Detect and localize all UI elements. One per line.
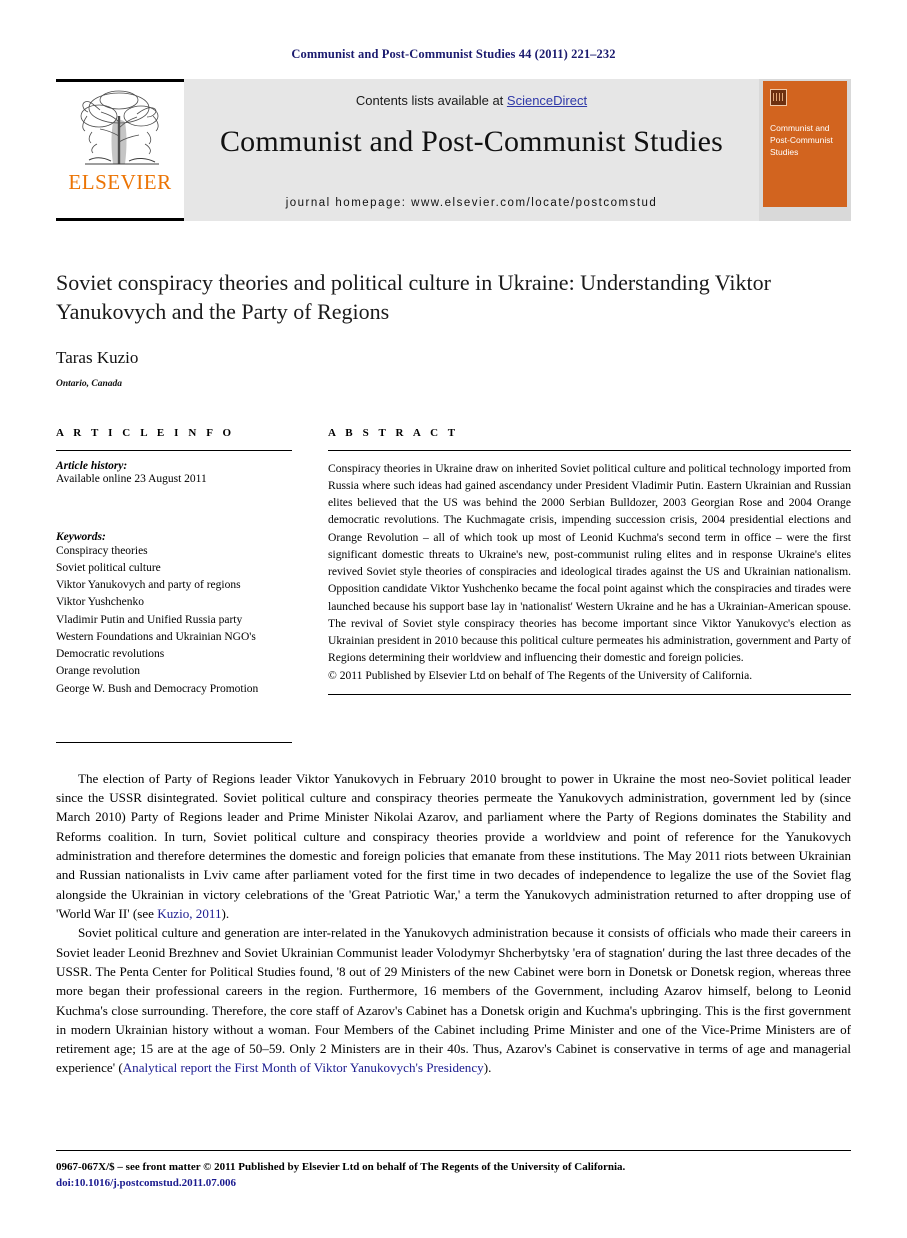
page-footer: 0967-067X/$ – see front matter © 2011 Pu… xyxy=(56,1150,851,1192)
cover-title-text: Communist and Post-Communist Studies xyxy=(770,123,833,158)
keyword-item: George W. Bush and Democracy Promotion xyxy=(56,682,259,695)
elsevier-tree-icon xyxy=(80,90,159,165)
contents-prefix-text: Contents lists available at xyxy=(355,93,507,108)
body-paragraph-2: Soviet political culture and generation … xyxy=(56,923,851,1078)
running-head: Communist and Post-Communist Studies 44 … xyxy=(291,47,616,61)
author-affiliation: Ontario, Canada xyxy=(56,378,122,389)
keyword-item: Vladimir Putin and Unified Russia party xyxy=(56,613,243,626)
journal-cover-block: Communist and Post-Communist Studies xyxy=(759,79,851,221)
abstract-column: A B S T R A C T Conspiracy theories in U… xyxy=(328,427,851,695)
article-page: Communist and Post-Communist Studies 44 … xyxy=(0,0,907,1238)
keywords-list: Conspiracy theories Soviet political cul… xyxy=(56,543,292,698)
abstract-rule-bottom xyxy=(328,693,851,695)
abstract-rule-top xyxy=(328,449,851,451)
keyword-item: Soviet political culture xyxy=(56,561,161,574)
keyword-item: Orange revolution xyxy=(56,665,140,678)
keyword-item: Western Foundations and Ukrainian NGO's xyxy=(56,630,256,643)
article-info-column: A R T I C L E I N F O Article history: A… xyxy=(56,427,292,743)
article-history-value: Available online 23 August 2011 xyxy=(56,472,207,485)
keyword-item: Viktor Yushchenko xyxy=(56,596,144,609)
contents-lists-line: Contents lists available at ScienceDirec… xyxy=(356,93,587,108)
abstract-text: Conspiracy theories in Ukraine draw on i… xyxy=(328,461,851,665)
front-matter-line: 0967-067X/$ – see front matter © 2011 Pu… xyxy=(56,1161,626,1174)
elsevier-logo-block: ELSEVIER xyxy=(56,79,184,221)
keyword-item: Conspiracy theories xyxy=(56,544,148,557)
body-text: The election of Party of Regions leader … xyxy=(56,769,851,1078)
body-paragraph-1: The election of Party of Regions leader … xyxy=(56,769,851,924)
article-info-heading: A R T I C L E I N F O xyxy=(56,426,235,439)
journal-banner: ELSEVIER Contents lists available at Sci… xyxy=(56,79,851,221)
info-abstract-block: A R T I C L E I N F O Article history: A… xyxy=(56,427,851,743)
paragraph-2-text-a: Soviet political culture and generation … xyxy=(56,925,851,1076)
abstract-heading: A B S T R A C T xyxy=(328,426,459,439)
paragraph-2-text-b: ). xyxy=(483,1060,492,1076)
keyword-item: Democratic revolutions xyxy=(56,648,165,660)
keywords-label: Keywords: xyxy=(56,530,106,543)
citation-link-kuzio-2011[interactable]: Kuzio, 2011 xyxy=(157,906,221,921)
banner-center: Contents lists available at ScienceDirec… xyxy=(184,79,759,221)
citation-link-analytical-report[interactable]: Analytical report the First Month of Vik… xyxy=(123,1060,484,1075)
abstract-copyright: © 2011 Published by Elsevier Ltd on beha… xyxy=(328,668,753,682)
author-name: Taras Kuzio xyxy=(56,347,139,367)
article-info-rule-bottom xyxy=(56,741,292,743)
paragraph-1-text-a: The election of Party of Regions leader … xyxy=(56,770,851,921)
paragraph-1-text-b: ). xyxy=(221,905,230,921)
journal-homepage-link[interactable]: journal homepage: www.elsevier.com/locat… xyxy=(184,197,759,209)
article-head: Soviet conspiracy theories and political… xyxy=(56,268,851,389)
footer-rule xyxy=(56,1150,851,1152)
journal-cover-thumbnail[interactable]: Communist and Post-Communist Studies xyxy=(763,81,847,207)
journal-title: Communist and Post-Communist Studies xyxy=(219,125,724,158)
article-info-rule-top xyxy=(56,449,292,451)
doi-link[interactable]: doi:10.1016/j.postcomstud.2011.07.006 xyxy=(56,1176,851,1192)
keyword-item: Viktor Yanukovych and party of regions xyxy=(56,579,241,591)
cover-publisher-logo-icon xyxy=(770,89,787,106)
page-title: Soviet conspiracy theories and political… xyxy=(56,270,771,325)
article-history-label: Article history: xyxy=(56,459,128,472)
sciencedirect-link[interactable]: ScienceDirect xyxy=(507,93,587,108)
elsevier-wordmark: ELSEVIER xyxy=(68,170,172,194)
